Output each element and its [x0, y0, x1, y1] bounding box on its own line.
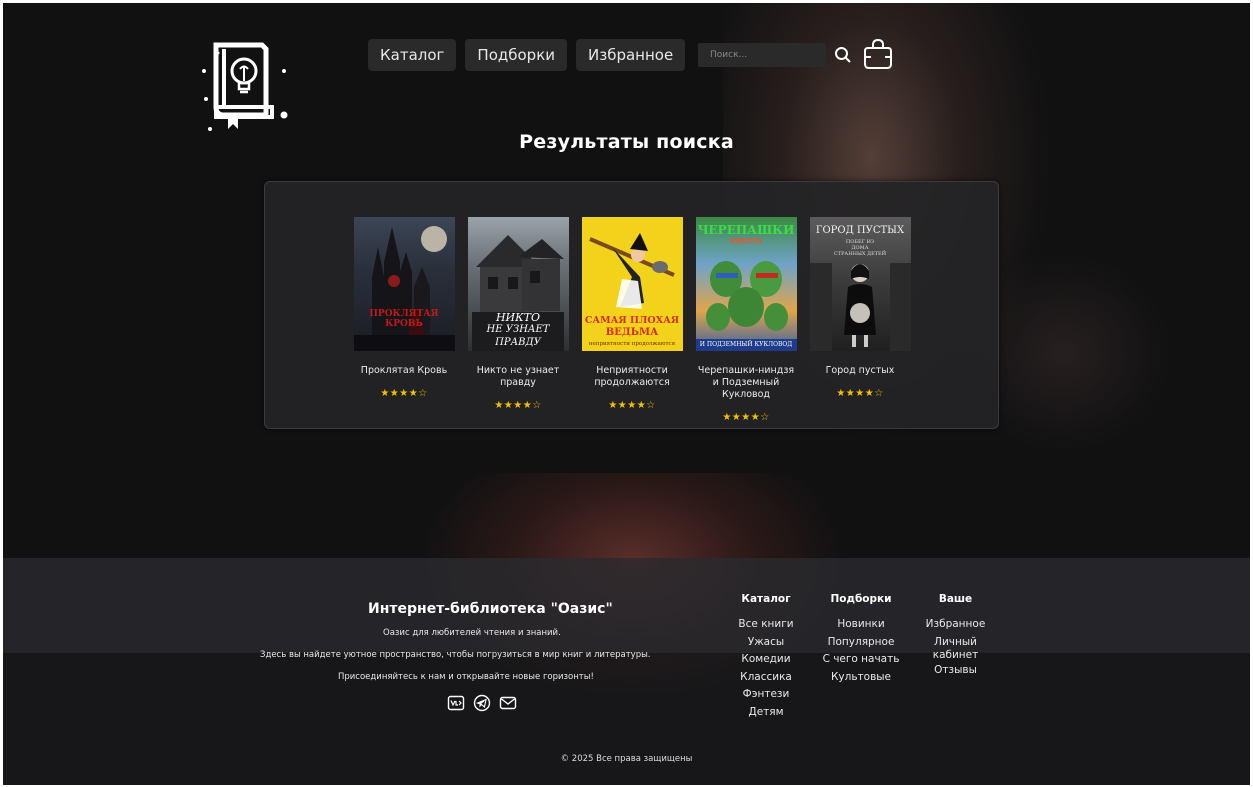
book-cover[interactable]: НИКТО НЕ УЗНАЕТ ПРАВДУ: [467, 217, 569, 351]
footer-column-heading: Ваше: [938, 593, 973, 605]
book-card[interactable]: ЧЕРЕПАШКИ НИНДЗЯ И ПОДЗЕМНЫЙ КУКЛОВОД Че…: [695, 217, 797, 423]
page-title: Результаты поиска: [519, 131, 734, 153]
book-cover[interactable]: ПРОКЛЯТАЯ КРОВЬ: [353, 217, 455, 351]
social-links: [447, 694, 517, 712]
book-card[interactable]: ГОРОД ПУСТЫХ ПОБЕГ ИЗ ДОМА СТРАННЫХ ДЕТЕ…: [809, 217, 911, 399]
cover-title-line: НЕ УЗНАЕТ: [486, 324, 550, 335]
cover-subtitle: И ПОДЗЕМНЫЙ КУКЛОВОД: [699, 341, 793, 348]
footer-link[interactable]: Отзывы: [918, 662, 993, 680]
cover-title-line: САМАЯ ПЛОХАЯ: [584, 315, 680, 326]
shopping-bag-icon[interactable]: [863, 38, 893, 70]
cover-title-line: НИКТО: [495, 311, 541, 324]
footer-column-collections: Подборки Новинки Популярное С чего начат…: [816, 593, 906, 686]
footer-text: Оазис для любителей чтения и знаний.: [383, 628, 561, 638]
footer-text: Присоединяйтесь к нам и открывайте новые…: [338, 672, 594, 682]
footer-link[interactable]: Детям: [731, 704, 801, 722]
main-nav: Каталог Подборки Избранное: [368, 39, 686, 71]
cover-title-line: ВЕДЬМА: [605, 327, 659, 338]
cover-title-line: ГОРОД ПУСТЫХ: [815, 225, 905, 236]
cover-subtitle: СТРАННЫХ ДЕТЕЙ: [833, 251, 887, 257]
footer-text: Здесь вы найдете уютное пространство, чт…: [260, 650, 651, 660]
nav-collections-button[interactable]: Подборки: [465, 39, 568, 71]
footer-link[interactable]: Все книги: [731, 616, 801, 634]
footer-link[interactable]: С чего начать: [816, 651, 906, 669]
rating-stars: ★★★★☆: [494, 400, 542, 411]
footer-link[interactable]: Избранное: [918, 616, 993, 634]
footer-link[interactable]: Комедии: [731, 651, 801, 669]
vk-icon[interactable]: [447, 694, 465, 712]
book-title[interactable]: Никто не узнает правду: [467, 365, 569, 389]
mail-icon[interactable]: [499, 694, 517, 712]
cover-title-line: ПРАВДУ: [495, 337, 541, 348]
footer-title: Интернет-библиотека "Оазис": [368, 601, 613, 617]
book-card[interactable]: ПРОКЛЯТАЯ КРОВЬ Проклятая Кровь ★★★★☆: [353, 217, 455, 399]
footer-link[interactable]: Новинки: [816, 616, 906, 634]
footer-link[interactable]: Культовые: [816, 669, 906, 687]
page: Каталог Подборки Избранное Результаты по…: [3, 3, 1250, 785]
footer-column-heading: Подборки: [830, 593, 892, 605]
footer-link[interactable]: Фэнтези: [731, 686, 801, 704]
book-title[interactable]: Проклятая Кровь: [353, 365, 455, 377]
footer-link[interactable]: Популярное: [816, 634, 906, 652]
nav-catalog-button[interactable]: Каталог: [368, 39, 457, 71]
footer-link[interactable]: Личный: [918, 636, 993, 649]
book-cover[interactable]: ЧЕРЕПАШКИ НИНДЗЯ И ПОДЗЕМНЫЙ КУКЛОВОД: [695, 217, 797, 351]
search-icon[interactable]: [834, 46, 852, 64]
search-results-panel: ПРОКЛЯТАЯ КРОВЬ Проклятая Кровь ★★★★☆ НИ…: [264, 181, 999, 429]
book-card[interactable]: НИКТО НЕ УЗНАЕТ ПРАВДУ Никто не узнает п…: [467, 217, 569, 411]
cover-subtitle: неприятности продолжаются: [588, 341, 676, 347]
book-lightbulb-icon: [202, 42, 288, 131]
copyright: © 2025 Все права защищены: [560, 754, 693, 764]
footer-band: [3, 558, 1250, 653]
rating-stars: ★★★★☆: [836, 388, 884, 399]
cover-title-line: НИНДЗЯ: [730, 238, 762, 245]
rating-stars: ★★★★☆: [380, 388, 428, 399]
telegram-icon[interactable]: [473, 694, 491, 712]
footer-column-yours: Ваше Избранное Личный кабинет Отзывы: [918, 593, 993, 679]
footer-link[interactable]: кабинет: [918, 649, 993, 662]
cover-title-line: ЧЕРЕПАШКИ: [697, 223, 795, 237]
footer-column-catalog: Каталог Все книги Ужасы Комедии Классика…: [731, 593, 801, 721]
book-cover[interactable]: САМАЯ ПЛОХАЯ ВЕДЬМА неприятности продолж…: [581, 217, 683, 351]
book-cover[interactable]: ГОРОД ПУСТЫХ ПОБЕГ ИЗ ДОМА СТРАННЫХ ДЕТЕ…: [809, 217, 911, 351]
girl-portrait-image: [809, 263, 911, 351]
book-title[interactable]: Неприятности продолжаются: [581, 365, 683, 389]
rating-stars: ★★★★☆: [722, 412, 770, 423]
rating-stars: ★★★★☆: [608, 400, 656, 411]
gothic-castle-image: [353, 226, 455, 351]
site-logo[interactable]: [196, 39, 296, 135]
footer-link[interactable]: Ужасы: [731, 634, 801, 652]
book-title[interactable]: Город пустых: [809, 365, 911, 377]
nav-favorites-button[interactable]: Избранное: [576, 39, 686, 71]
search-input[interactable]: [698, 43, 826, 67]
footer-link[interactable]: Классика: [731, 669, 801, 687]
book-title[interactable]: Черепашки-ниндзя и Подземный Кукловод: [695, 365, 797, 401]
book-card[interactable]: САМАЯ ПЛОХАЯ ВЕДЬМА неприятности продолж…: [581, 217, 683, 411]
footer-column-heading: Каталог: [741, 593, 791, 605]
cover-title: ПРОКЛЯТАЯ КРОВЬ: [369, 309, 439, 329]
